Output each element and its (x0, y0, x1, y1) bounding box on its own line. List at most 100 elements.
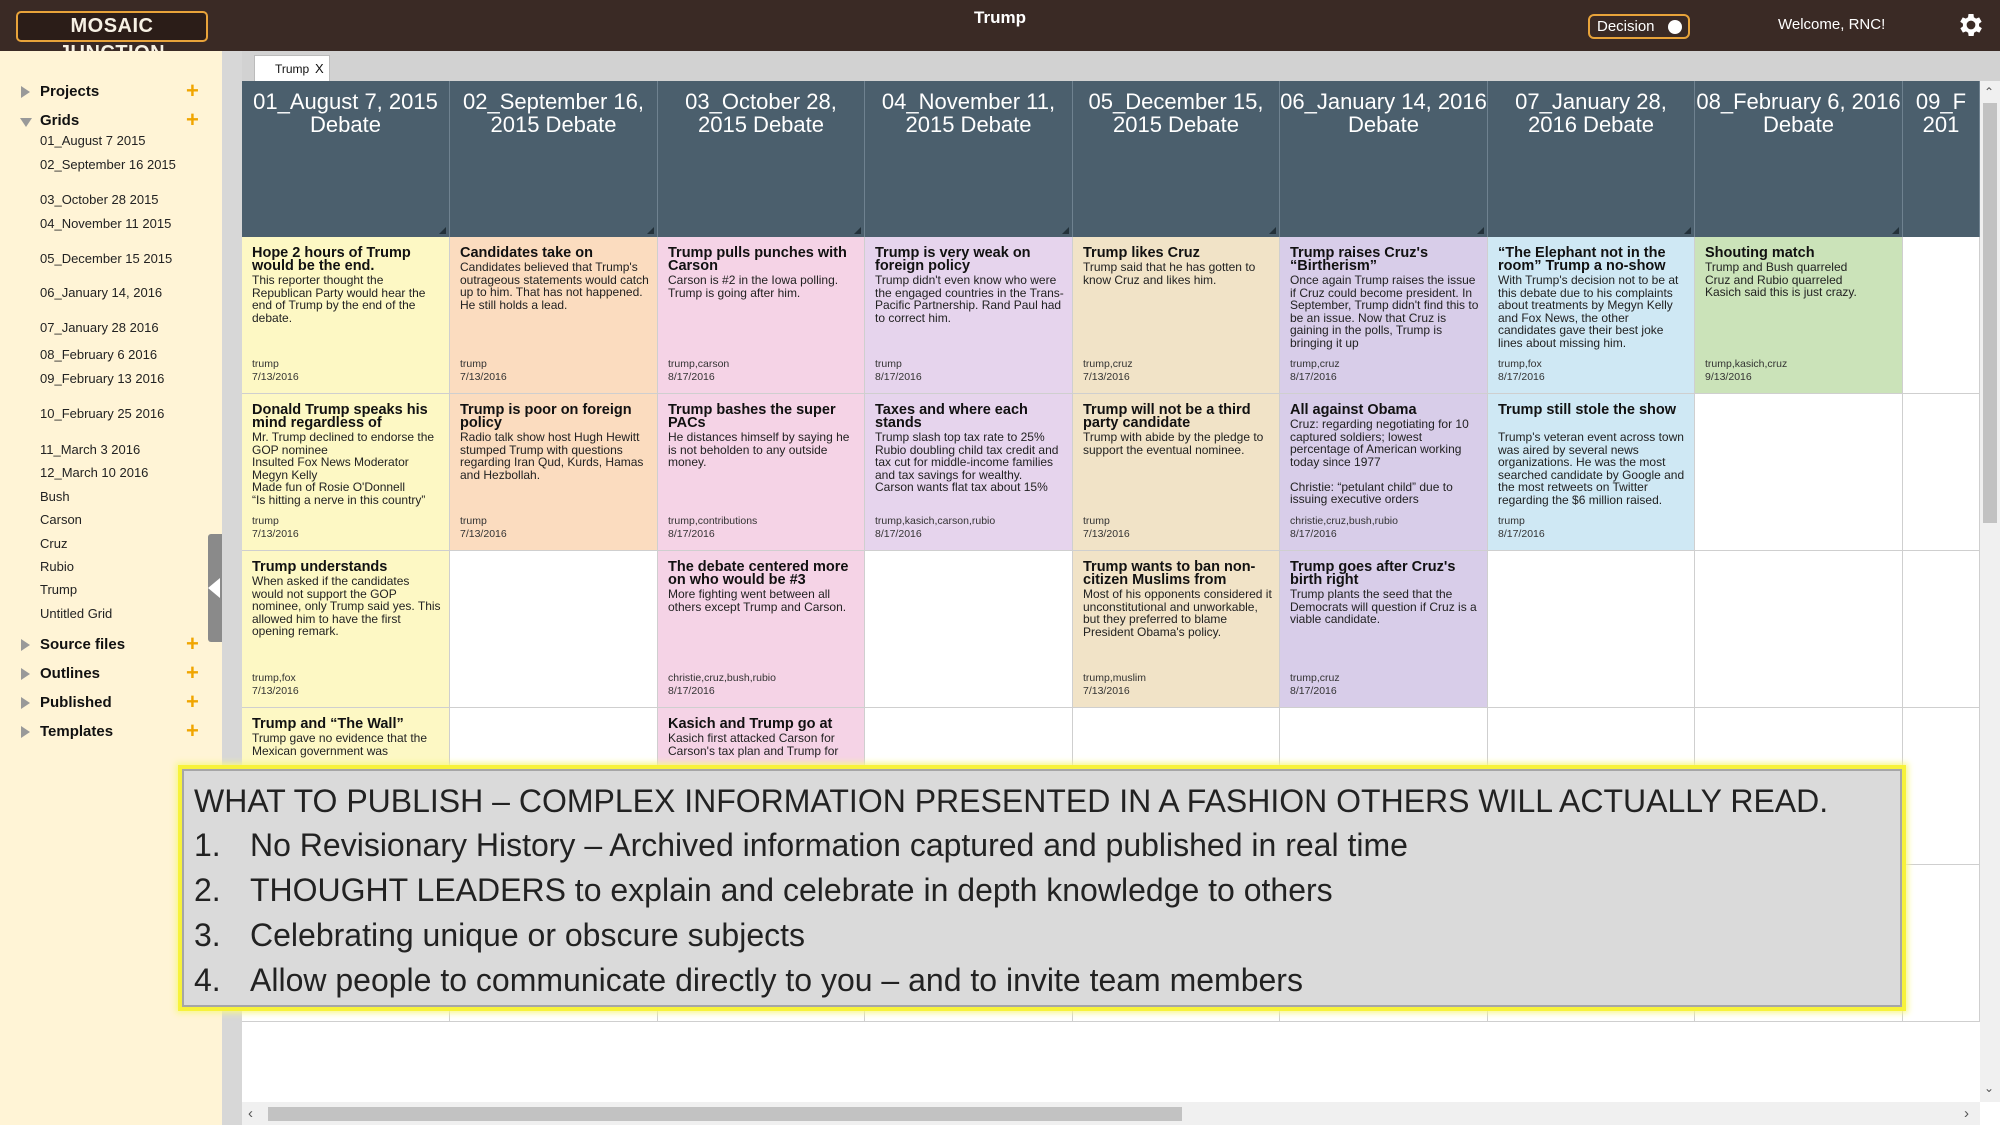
empty-grid-cell[interactable] (1903, 394, 1980, 551)
grid-card[interactable]: All against Obama Cruz: regarding negotia… (1280, 394, 1488, 551)
column-header[interactable]: 02_September 16, 2015 Debate (450, 81, 658, 237)
add-icon[interactable]: + (186, 109, 199, 131)
add-icon[interactable]: + (186, 633, 199, 655)
sidebar-section-templates[interactable]: Templates + (0, 719, 222, 745)
grid-card[interactable]: Donald Trump speaks his mind regardless … (242, 394, 450, 551)
sidebar-section-projects[interactable]: Projects + (0, 79, 222, 105)
resize-corner-icon[interactable] (1892, 227, 1899, 234)
card-date: 7/13/2016 (252, 528, 299, 540)
empty-grid-cell[interactable] (1903, 708, 1980, 865)
empty-grid-cell[interactable] (450, 551, 658, 708)
caret-right-icon[interactable] (21, 86, 30, 98)
sidebar-grid-item[interactable]: 07_January 28 2016 (40, 321, 180, 334)
grid-card[interactable]: Trump still stole the show Trump's vetera… (1488, 394, 1695, 551)
empty-grid-cell[interactable] (1903, 551, 1980, 708)
sidebar-grid-item[interactable]: 04_November 11 2015 (40, 217, 180, 230)
grid-card[interactable]: Trump raises Cruz's “Birtherism” Once aga… (1280, 237, 1488, 394)
column-header[interactable]: 03_October 28, 2015 Debate (658, 81, 865, 237)
sidebar-grid-item[interactable]: Bush (40, 490, 180, 503)
scroll-right-icon[interactable]: › (1964, 1105, 1969, 1122)
grid-card[interactable]: Candidates take on Candidates believed th… (450, 237, 658, 394)
grid-card[interactable]: Trump bashes the super PACs He distances … (658, 394, 865, 551)
grid-card[interactable]: Hope 2 hours of Trump would be the end. T… (242, 237, 450, 394)
empty-grid-cell[interactable] (1488, 551, 1695, 708)
column-header[interactable]: 04_November 11, 2015 Debate (865, 81, 1073, 237)
tab-trump[interactable]: Trump X (254, 55, 330, 81)
grid-card[interactable]: Trump understands When asked if the candi… (242, 551, 450, 708)
decision-toggle[interactable]: Decision (1588, 14, 1690, 39)
column-header[interactable]: 01_August 7, 2015 Debate (242, 81, 450, 237)
empty-grid-cell[interactable] (1695, 551, 1903, 708)
resize-corner-icon[interactable] (1477, 227, 1484, 234)
empty-grid-cell[interactable] (1903, 237, 1980, 394)
sidebar-grid-item[interactable]: 10_February 25 2016 (40, 407, 180, 420)
caret-right-icon[interactable] (21, 726, 30, 738)
column-header[interactable]: 08_February 6, 2016 Debate (1695, 81, 1903, 237)
resize-corner-icon[interactable] (1684, 227, 1691, 234)
grid-card[interactable]: Trump pulls punches with Carson Carson is… (658, 237, 865, 394)
card-body: More fighting went between all others ex… (668, 588, 847, 614)
caret-down-icon[interactable] (20, 118, 32, 127)
vertical-scroll-thumb[interactable] (1983, 103, 1997, 523)
scroll-down-icon[interactable]: ⌄ (1984, 1081, 1994, 1095)
sidebar-grid-item[interactable]: Trump (40, 583, 180, 596)
horizontal-scrollbar[interactable]: ‹ › (242, 1102, 1980, 1125)
column-header[interactable]: 07_January 28, 2016 Debate (1488, 81, 1695, 237)
grid-card[interactable]: “The Elephant not in the room” Trump a n… (1488, 237, 1695, 394)
grid-card[interactable]: Shouting match Trump and Bush quarreled C… (1695, 237, 1903, 394)
grid-card[interactable]: Trump likes Cruz Trump said that he has g… (1073, 237, 1280, 394)
column-header-label: 04_November 11, 2015 Debate (881, 89, 1056, 137)
empty-grid-cell[interactable] (1695, 394, 1903, 551)
horizontal-scroll-thumb[interactable] (268, 1107, 1182, 1121)
resize-corner-icon[interactable] (1062, 227, 1069, 234)
sidebar-grid-item[interactable]: 12_March 10 2016 (40, 466, 180, 479)
sidebar-grid-item[interactable]: 11_March 3 2016 (40, 443, 180, 456)
scroll-up-icon[interactable]: ⌃ (1984, 85, 1994, 99)
grid-card[interactable]: Trump is very weak on foreign policy Trum… (865, 237, 1073, 394)
column-header[interactable]: 09_F 201 (1903, 81, 1980, 237)
sidebar-grid-item[interactable]: Rubio (40, 560, 180, 573)
add-icon[interactable]: + (186, 691, 199, 713)
sidebar-grid-item[interactable]: 03_October 28 2015 (40, 193, 180, 206)
vertical-scrollbar[interactable]: ⌃ ⌄ (1980, 81, 2000, 1102)
sidebar-grid-item[interactable]: 01_August 7 2015 (40, 134, 180, 147)
grid-card[interactable]: Trump wants to ban non-citizen Muslims f… (1073, 551, 1280, 708)
grid-card[interactable]: Trump goes after Cruz's birth right Trump… (1280, 551, 1488, 708)
sidebar-grid-item[interactable]: 06_January 14, 2016 (40, 286, 180, 299)
sidebar-grid-item[interactable]: 08_February 6 2016 (40, 348, 180, 361)
column-header[interactable]: 05_December 15, 2015 Debate (1073, 81, 1280, 237)
sidebar-section-published[interactable]: Published + (0, 690, 222, 716)
empty-grid-cell[interactable] (1903, 865, 1980, 1022)
sidebar-grid-item[interactable]: 05_December 15 2015 (40, 252, 180, 265)
sidebar-grid-item[interactable]: Carson (40, 513, 180, 526)
grid-card[interactable]: Trump will not be a third party candidat… (1073, 394, 1280, 551)
sidebar-grid-item[interactable]: 02_September 16 2015 (40, 158, 180, 171)
sidebar-grid-item[interactable]: Cruz (40, 537, 180, 550)
sidebar-section-outlines[interactable]: Outlines + (0, 661, 222, 687)
grid-card[interactable]: Trump is poor on foreign policy Radio tal… (450, 394, 658, 551)
resize-corner-icon[interactable] (439, 227, 446, 234)
add-icon[interactable]: + (186, 80, 199, 102)
grid-card[interactable]: The debate centered more on who would be… (658, 551, 865, 708)
scroll-left-icon[interactable]: ‹ (248, 1105, 253, 1122)
card-body: Candidates believed that Trump's outrage… (460, 261, 649, 312)
welcome-text: Welcome, RNC! (1778, 16, 1886, 33)
sidebar-grid-item[interactable]: 09_February 13 2016 (40, 372, 180, 385)
add-icon[interactable]: + (186, 662, 199, 684)
sidebar-section-grids[interactable]: Grids + (0, 108, 222, 134)
sidebar-section-source-files[interactable]: Source files + (0, 632, 222, 658)
add-icon[interactable]: + (186, 720, 199, 742)
card-body: Trump slash top tax rate to 25% Rubio do… (875, 431, 1059, 494)
tab-close-button[interactable]: X (315, 61, 324, 76)
resize-corner-icon[interactable] (1269, 227, 1276, 234)
caret-right-icon[interactable] (21, 668, 30, 680)
resize-corner-icon[interactable] (647, 227, 654, 234)
empty-grid-cell[interactable] (865, 551, 1073, 708)
column-header[interactable]: 06_January 14, 2016 Debate (1280, 81, 1488, 237)
caret-right-icon[interactable] (21, 639, 30, 651)
caret-right-icon[interactable] (21, 697, 30, 709)
sidebar-grid-item[interactable]: Untitled Grid (40, 607, 180, 620)
gear-icon[interactable] (1956, 10, 1986, 40)
grid-card[interactable]: Taxes and where each stands Trump slash t… (865, 394, 1073, 551)
resize-corner-icon[interactable] (854, 227, 861, 234)
